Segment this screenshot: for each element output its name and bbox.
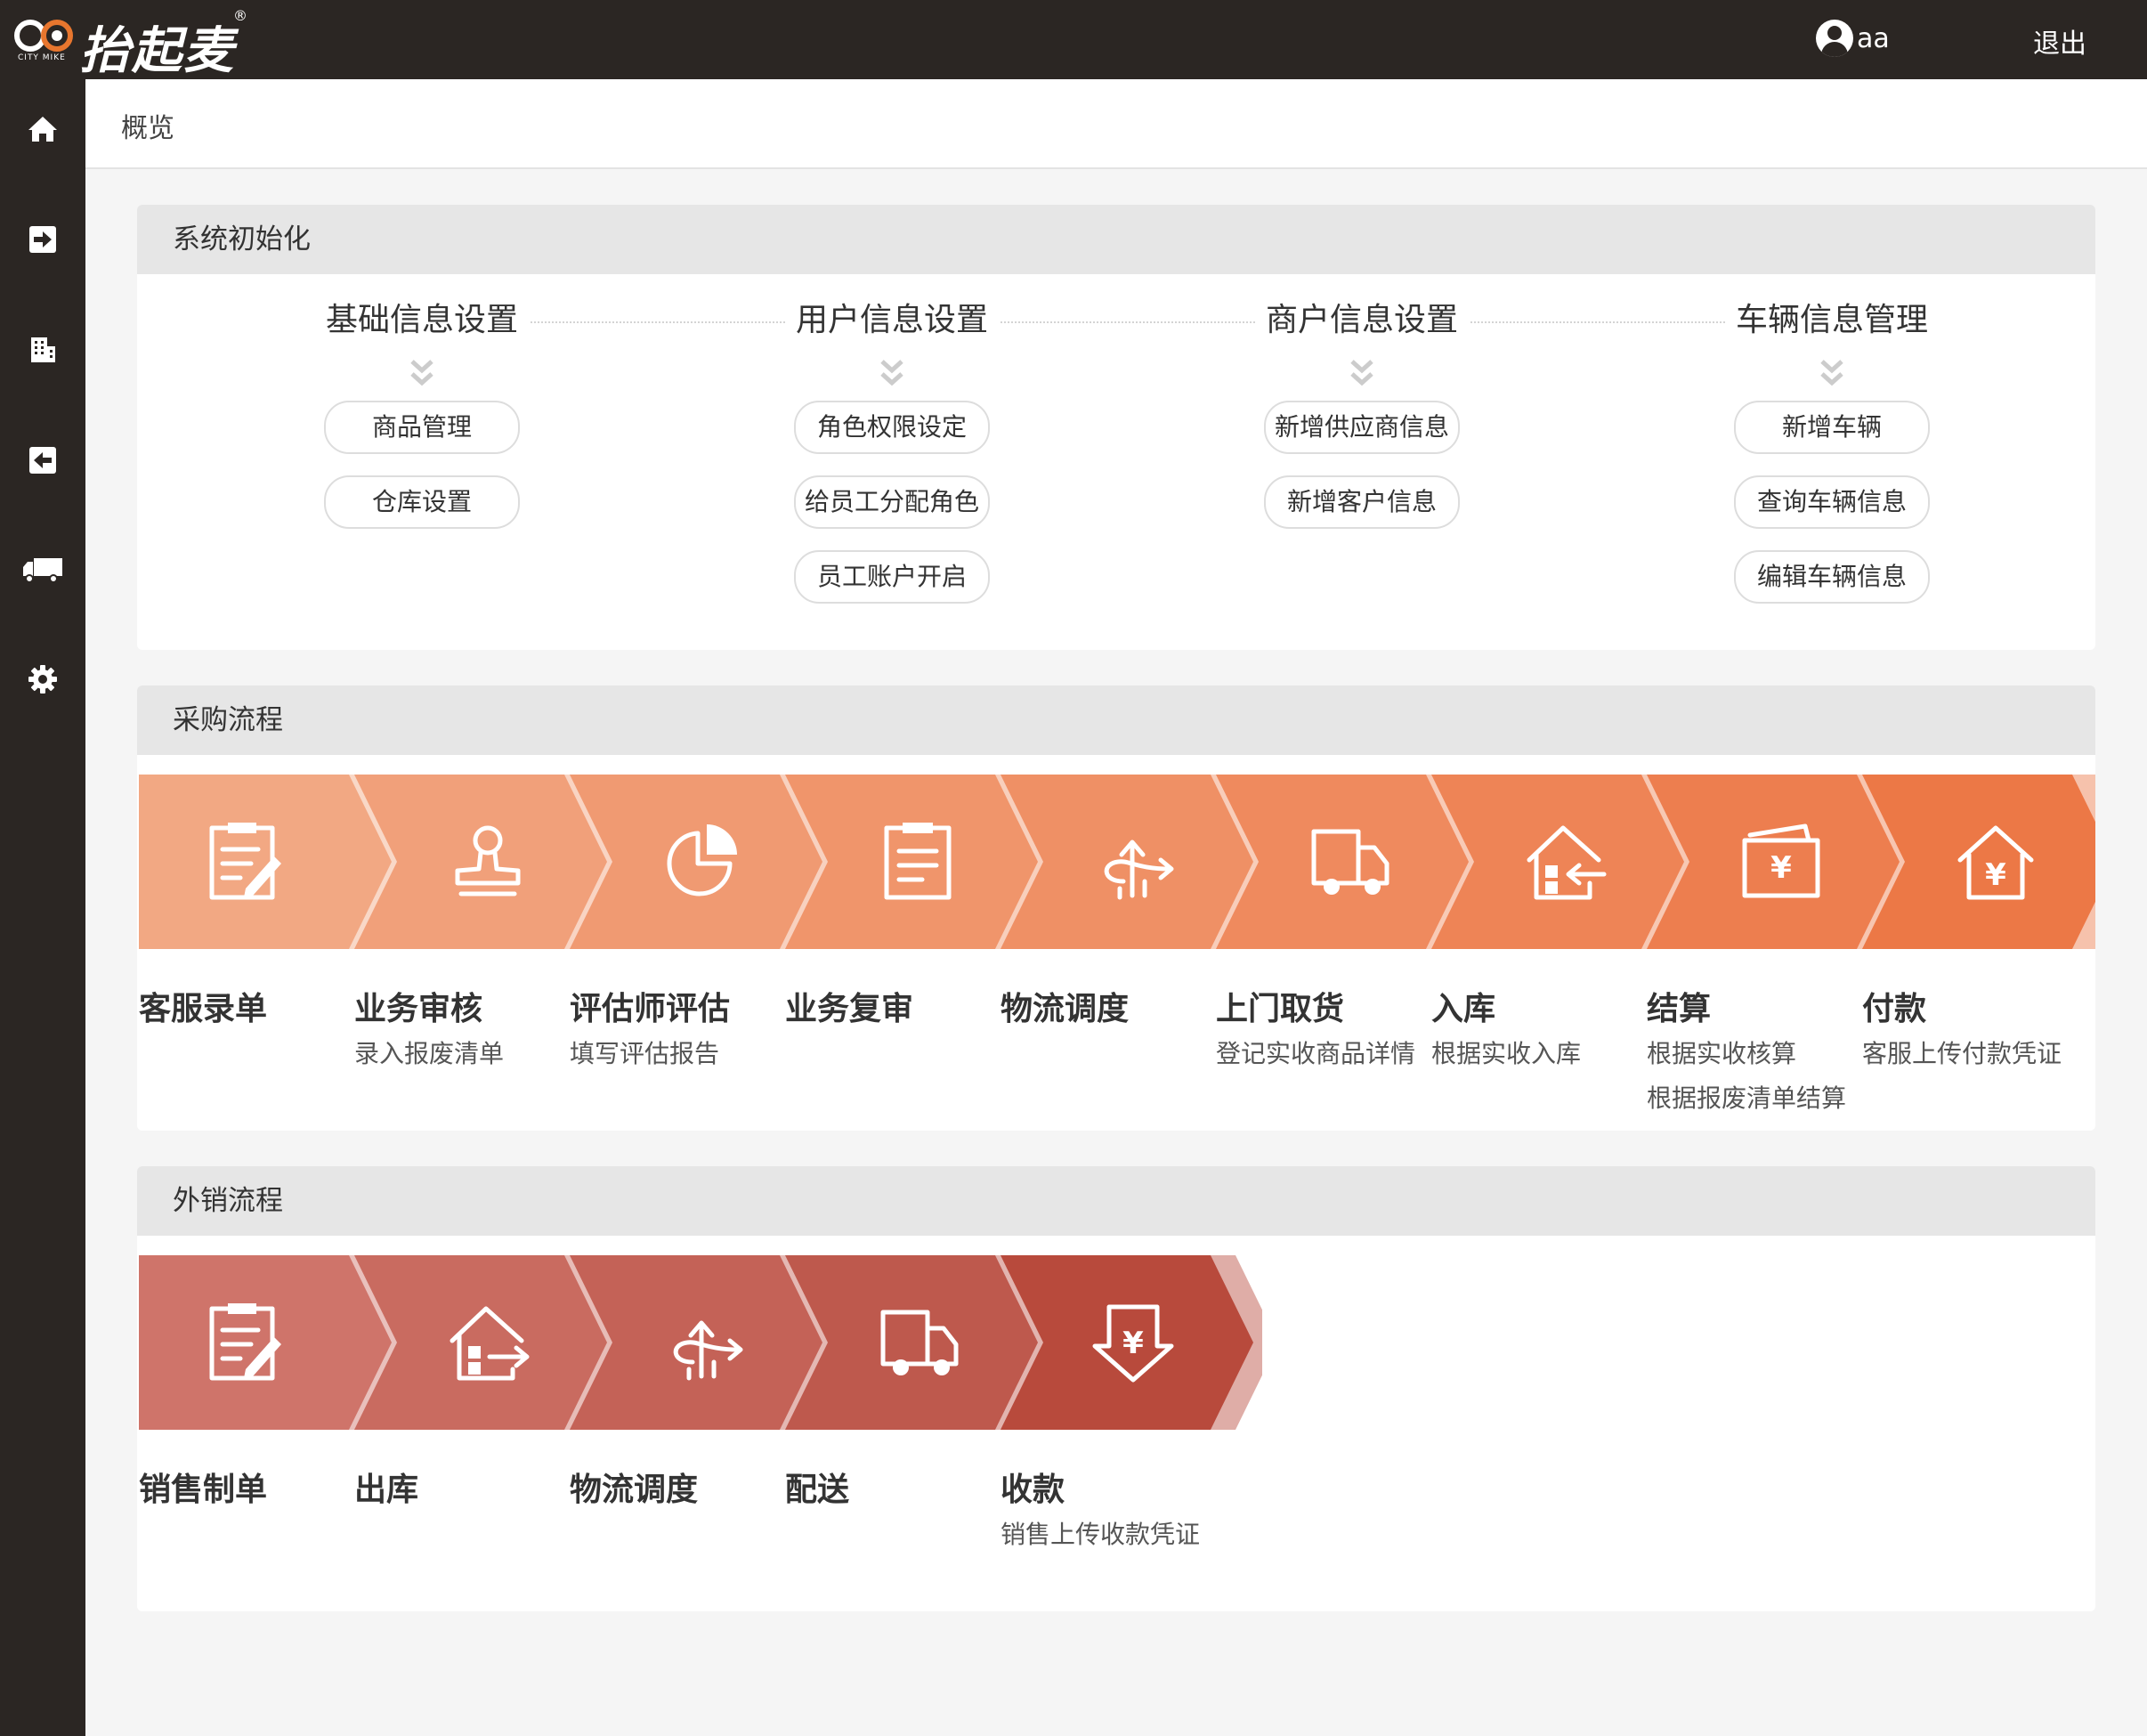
purchase-step-label: 付款 — [1862, 991, 1927, 1027]
sales-flow-arrows: ¥ — [139, 1255, 1262, 1430]
arrow-shape — [139, 1255, 392, 1430]
gear-icon[interactable] — [27, 663, 59, 695]
purchase-step-label: 上门取货 — [1216, 991, 1345, 1027]
user-avatar-icon — [1816, 20, 1853, 57]
sign-in-icon[interactable] — [27, 223, 59, 256]
logo-subtitle: CITY MIKE — [18, 53, 66, 62]
init-column: 基础信息设置商品管理仓库设置 — [262, 296, 582, 550]
init-column: 商户信息设置新增供应商信息 新增客户信息 — [1202, 296, 1522, 550]
init-item-button[interactable]: 给员工分配角色 — [794, 475, 990, 529]
purchase-step-sublabel: 根据报废清单结算 — [1647, 1083, 1847, 1113]
init-column-title: 基础信息设置 — [314, 296, 529, 345]
purchase-flow-arrows: ¥ ¥ — [139, 775, 2095, 949]
svg-text:¥: ¥ — [1122, 1326, 1144, 1361]
purchase-step-label: 入库 — [1431, 991, 1496, 1027]
svg-text:¥: ¥ — [1985, 857, 2006, 893]
purchase-step-label: 评估师评估 — [570, 991, 731, 1027]
home-icon[interactable] — [27, 113, 59, 145]
logo-registered-mark: ® — [233, 7, 247, 24]
init-item-button[interactable]: 新增客户信息 — [1264, 475, 1460, 529]
chevron-down-icon — [410, 360, 433, 386]
sales-steps: ¥ 销售制单 出库 物流调度 配送 收款销售上传收款凭证 — [139, 1255, 2095, 1549]
logo-text: 抬起麦 — [80, 22, 235, 80]
user-name: aa — [1857, 22, 1890, 54]
purchase-step-label: 结算 — [1647, 991, 1712, 1027]
sales-step-label: 物流调度 — [570, 1472, 699, 1508]
init-item-button[interactable]: 角色权限设定 — [794, 401, 990, 454]
init-column-title: 车辆信息管理 — [1724, 296, 1939, 345]
sales-title: 外销流程 — [137, 1166, 2095, 1236]
purchase-step-sublabel: 根据实收入库 — [1431, 1039, 1582, 1068]
purchase-step-sublabel: 录入报废清单 — [354, 1039, 505, 1068]
system-init-title: 系统初始化 — [137, 205, 2095, 274]
sign-out-icon[interactable] — [27, 444, 59, 476]
sidebar — [0, 79, 85, 1736]
app-logo[interactable]: 抬起麦 ® CITY MIKE — [12, 7, 247, 80]
truck-icon[interactable] — [21, 553, 64, 585]
svg-text:¥: ¥ — [1770, 850, 1792, 886]
main-content: 概览 系统初始化 基础信息设置 商品管理 仓库设置 用户信息设置 角色权限设定 给员工分配… — [85, 79, 2147, 1736]
purchase-step-label: 业务复审 — [785, 991, 914, 1027]
init-column-title: 用户信息设置 — [784, 296, 999, 345]
user-menu[interactable]: aa — [1816, 18, 1890, 59]
chevron-down-icon — [1820, 360, 1843, 386]
init-item-button[interactable]: 商品管理 — [324, 401, 520, 454]
init-column: 用户信息设置角色权限设定 给员工分配角色 员工账户开启 — [732, 296, 1052, 625]
sales-panel: 外销流程 ¥ 销售制单 出库 物流调度 配送 收款销售上传收款凭证 — [137, 1166, 2095, 1611]
sales-step-label: 收款 — [1001, 1472, 1065, 1508]
init-item-button[interactable]: 查询车辆信息 — [1734, 475, 1930, 529]
sales-step-label: 出库 — [354, 1472, 419, 1508]
top-bar: 抬起麦 ® CITY MIKE aa 退出 — [0, 0, 2147, 80]
purchase-step-sublabel: 根据实收核算 — [1647, 1039, 1797, 1068]
purchase-steps: ¥ ¥ 客服录单 业务审核录入报废清单 评估师评估填写评估报告 业务复审 物流调度 上门取货… — [139, 775, 2095, 1113]
sales-step-sublabel: 销售上传收款凭证 — [1001, 1520, 1201, 1549]
sales-step-label: 销售制单 — [139, 1472, 268, 1508]
init-item-button[interactable]: 新增车辆 — [1734, 401, 1930, 454]
chevron-down-icon — [1350, 360, 1373, 386]
purchase-title: 采购流程 — [137, 685, 2095, 755]
purchase-step-sublabel: 客服上传付款凭证 — [1862, 1039, 2062, 1068]
purchase-panel: 采购流程 ¥ ¥ 客服录单 业务审核 录入报废清单 评估师评估 填写评估报告 业… — [137, 685, 2095, 1131]
logout-button[interactable]: 退出 — [2033, 21, 2086, 61]
chevron-down-icon — [880, 360, 903, 386]
breadcrumb-bar: 概览 — [85, 79, 2147, 169]
init-column-title: 商户信息设置 — [1254, 296, 1469, 345]
arrow-shape — [139, 775, 392, 949]
purchase-step-label: 业务审核 — [354, 991, 483, 1027]
system-init-panel: 系统初始化 基础信息设置 商品管理 仓库设置 用户信息设置 角色权限设定 给员工分配角色员… — [137, 205, 2095, 650]
sales-step-label: 配送 — [785, 1472, 850, 1508]
purchase-step-sublabel: 填写评估报告 — [570, 1039, 720, 1068]
init-item-button[interactable]: 员工账户开启 — [794, 550, 990, 604]
purchase-step-sublabel: 登记实收商品详情 — [1216, 1039, 1416, 1068]
purchase-step-label: 客服录单 — [139, 991, 268, 1027]
purchase-step-label: 物流调度 — [1001, 991, 1130, 1027]
init-column: 车辆信息管理新增车辆查询车辆信息 编辑车辆信息 — [1672, 296, 1992, 625]
building-icon[interactable] — [27, 334, 59, 366]
init-item-button[interactable]: 编辑车辆信息 — [1734, 550, 1930, 604]
logo-mark-icon — [14, 20, 73, 52]
breadcrumb[interactable]: 概览 — [121, 106, 174, 145]
init-item-button[interactable]: 仓库设置 — [324, 475, 520, 529]
init-item-button[interactable]: 新增供应商信息 — [1264, 401, 1460, 454]
